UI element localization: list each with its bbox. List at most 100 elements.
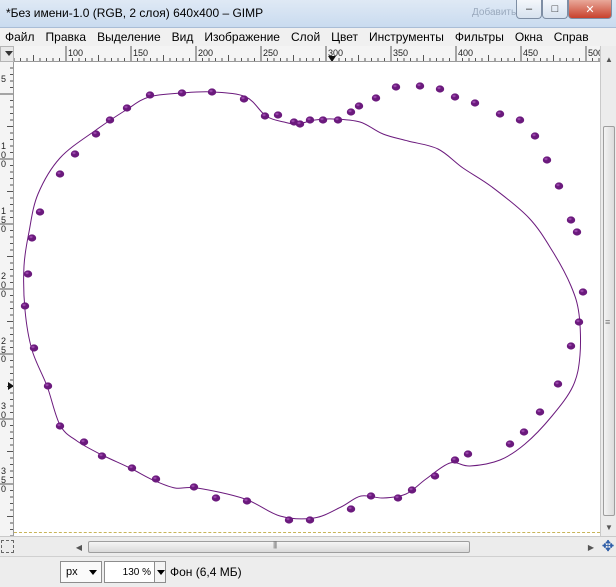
- ruler-label: 100: [68, 48, 83, 58]
- menu-image[interactable]: Изображение: [199, 28, 286, 46]
- path-point-highlight: [209, 89, 213, 93]
- vertical-ruler-ticks: 5100150200250300350: [0, 67, 13, 536]
- chevron-down-icon: [89, 570, 97, 575]
- path-point-highlight: [262, 113, 266, 117]
- path-point-highlight: [81, 439, 85, 443]
- path-point-highlight: [368, 493, 372, 497]
- path-point-highlight: [465, 451, 469, 455]
- path-point-highlight: [37, 209, 41, 213]
- menu-edit[interactable]: Правка: [41, 28, 93, 46]
- vertical-scrollbar[interactable]: ▲ ▼: [600, 46, 616, 536]
- horizontal-ruler-ticks: 100150200250300350400450500: [14, 46, 600, 61]
- path-point-marker: [91, 130, 101, 138]
- scroll-down-icon[interactable]: ▼: [602, 520, 616, 534]
- maximize-icon: □: [551, 3, 559, 15]
- menu-filters[interactable]: Фильтры: [450, 28, 510, 46]
- heart-path: [23, 91, 582, 520]
- path-point-marker: [20, 302, 30, 310]
- path-point-marker: [450, 93, 460, 101]
- path-point-highlight: [532, 133, 536, 137]
- path-point-highlight: [25, 271, 29, 275]
- path-point-highlight: [580, 289, 584, 293]
- path-point-marker: [553, 380, 563, 388]
- menu-file[interactable]: Файл: [0, 28, 41, 46]
- minimize-button[interactable]: –: [516, 0, 542, 19]
- ruler-label: 0: [1, 484, 6, 494]
- path-point-marker: [273, 111, 283, 119]
- path-point-highlight: [568, 217, 572, 221]
- path-point-highlight: [320, 117, 324, 121]
- horizontal-scroll-thumb[interactable]: [88, 540, 470, 553]
- maximize-button[interactable]: □: [542, 0, 568, 19]
- path-point-marker: [346, 108, 356, 116]
- path-point-marker: [207, 88, 217, 96]
- menu-windows[interactable]: Окна: [510, 28, 549, 46]
- path-point-marker: [122, 104, 132, 112]
- path-point-highlight: [348, 506, 352, 510]
- path-point-marker: [391, 83, 401, 91]
- path-point-marker: [495, 110, 505, 118]
- path-point-highlight: [472, 100, 476, 104]
- menu-view[interactable]: Вид: [167, 28, 200, 46]
- path-point-marker: [189, 483, 199, 491]
- path-point-marker: [70, 150, 80, 158]
- path-point-marker: [542, 156, 552, 164]
- vertical-scroll-thumb[interactable]: [603, 126, 615, 516]
- path-point-highlight: [307, 517, 311, 521]
- image-menu-icon[interactable]: [0, 46, 14, 62]
- title-bar: *Без имени-1.0 (RGB, 2 слоя) 640x400 – G…: [0, 0, 616, 28]
- path-point-highlight: [432, 473, 436, 477]
- menu-help[interactable]: Справ: [549, 28, 595, 46]
- navigate-icon[interactable]: ✥: [600, 536, 616, 556]
- menu-bar: Файл Правка Выделение Вид Изображение Сл…: [0, 28, 616, 46]
- ruler-label: 0: [1, 354, 6, 364]
- path-point-marker: [333, 116, 343, 124]
- menu-tools[interactable]: Инструменты: [364, 28, 450, 46]
- path-point-marker: [463, 450, 473, 458]
- path-point-highlight: [307, 117, 311, 121]
- scroll-left-icon[interactable]: ◀: [72, 540, 86, 554]
- path-point-marker: [318, 116, 328, 124]
- path-point-marker: [211, 494, 221, 502]
- ruler-label: 350: [393, 48, 408, 58]
- layer-boundary: [14, 532, 600, 533]
- path-point-highlight: [555, 381, 559, 385]
- menu-layer[interactable]: Слой: [286, 28, 326, 46]
- horizontal-ruler[interactable]: 100150200250300350400450500: [14, 46, 600, 62]
- path-point-highlight: [437, 86, 441, 90]
- path-point-highlight: [107, 117, 111, 121]
- path-point-highlight: [409, 487, 413, 491]
- path-point-marker: [530, 132, 540, 140]
- path-point-highlight: [373, 95, 377, 99]
- horizontal-scrollbar[interactable]: ◀ ▶: [0, 536, 616, 556]
- ruler-label: 5: [1, 74, 6, 84]
- path-point-marker: [393, 494, 403, 502]
- status-message: Фон (6,4 МБ): [170, 565, 242, 579]
- ruler-label: 0: [1, 419, 6, 429]
- path-point-marker: [430, 472, 440, 480]
- path-point-marker: [23, 270, 33, 278]
- path-point-marker: [305, 116, 315, 124]
- path-point-highlight: [213, 495, 217, 499]
- path-point-marker: [366, 492, 376, 500]
- ruler-label: 500: [588, 48, 600, 58]
- path-point-highlight: [244, 498, 248, 502]
- path-point-highlight: [22, 303, 26, 307]
- unit-value: px: [66, 566, 78, 578]
- path-point-marker: [505, 440, 515, 448]
- path-point-highlight: [93, 131, 97, 135]
- menu-select[interactable]: Выделение: [92, 28, 167, 46]
- vertical-ruler[interactable]: 5100150200250300350: [0, 62, 14, 536]
- quick-mask-icon[interactable]: [1, 540, 14, 553]
- close-button[interactable]: ✕: [568, 0, 612, 19]
- zoom-dropdown-button[interactable]: [154, 561, 166, 583]
- ruler-label: 150: [133, 48, 148, 58]
- menu-colors[interactable]: Цвет: [326, 28, 364, 46]
- path-point-marker: [97, 452, 107, 460]
- scroll-up-icon[interactable]: ▲: [602, 52, 616, 66]
- scroll-right-icon[interactable]: ▶: [584, 540, 598, 554]
- image-canvas[interactable]: [14, 62, 600, 536]
- path-point-marker: [145, 91, 155, 99]
- unit-select[interactable]: px: [60, 561, 102, 583]
- path-point-highlight: [179, 90, 183, 94]
